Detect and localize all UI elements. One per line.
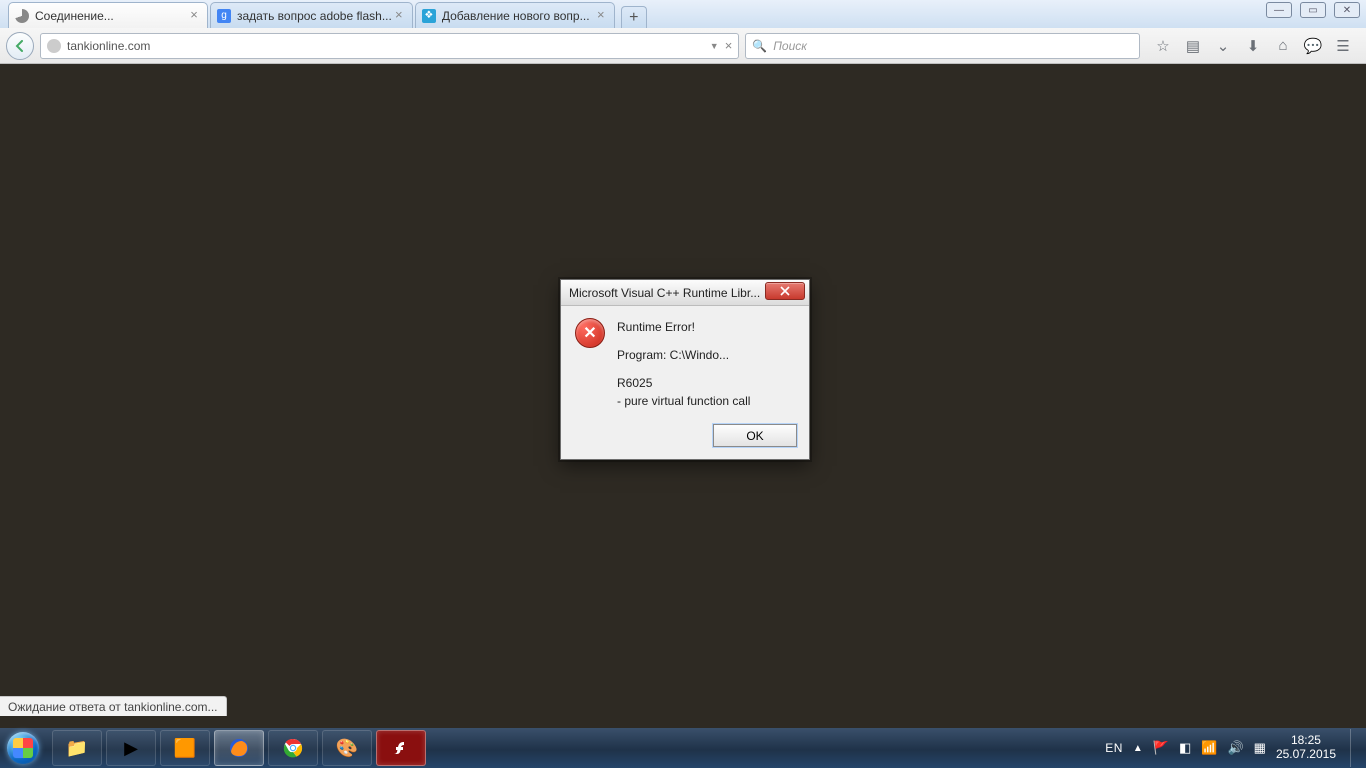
error-heading: Runtime Error! bbox=[617, 318, 750, 336]
site-icon: ❖ bbox=[422, 9, 436, 23]
chrome-logo-icon bbox=[283, 738, 303, 758]
tray-expand-icon[interactable]: ▲ bbox=[1133, 743, 1143, 754]
search-icon: 🔍 bbox=[752, 39, 767, 53]
nav-bar: tankionline.com ▼ × 🔍 Поиск ☆ ▤ ⌄ ⬇ ⌂ 💬 … bbox=[0, 28, 1366, 64]
tab-title: Добавление нового вопр... bbox=[442, 9, 594, 23]
pocket-icon[interactable]: ⌄ bbox=[1214, 37, 1232, 55]
close-icon bbox=[779, 286, 791, 296]
new-tab-button[interactable]: + bbox=[621, 6, 647, 28]
error-code: R6025 bbox=[617, 374, 750, 392]
minimize-button[interactable]: ― bbox=[1266, 2, 1292, 18]
google-icon: g bbox=[217, 9, 231, 23]
chrome-icon[interactable] bbox=[268, 730, 318, 766]
close-icon[interactable]: × bbox=[187, 9, 201, 23]
menu-icon[interactable]: ☰ bbox=[1334, 37, 1352, 55]
clock[interactable]: 18:25 25.07.2015 bbox=[1276, 734, 1336, 762]
address-bar[interactable]: tankionline.com ▼ × bbox=[40, 33, 739, 59]
home-icon[interactable]: ⌂ bbox=[1274, 37, 1292, 55]
tab-strip: Соединение... × g задать вопрос adobe fl… bbox=[0, 0, 1366, 28]
tab-2[interactable]: g задать вопрос adobe flash... × bbox=[210, 2, 413, 28]
windows-logo-icon bbox=[7, 732, 39, 764]
tab-title: задать вопрос adobe flash... bbox=[237, 9, 392, 23]
dialog-message: Runtime Error! Program: C:\Windo... R602… bbox=[617, 318, 750, 410]
status-bar: Ожидание ответа от tankionline.com... bbox=[0, 696, 227, 716]
chat-icon[interactable]: 💬 bbox=[1304, 37, 1322, 55]
network-icon[interactable]: 📶 bbox=[1201, 740, 1217, 756]
dialog-body: ✕ Runtime Error! Program: C:\Windo... R6… bbox=[561, 306, 809, 418]
back-button[interactable] bbox=[6, 32, 34, 60]
start-button[interactable] bbox=[0, 728, 46, 768]
volume-icon[interactable]: 🔊 bbox=[1227, 740, 1243, 756]
window-controls: ― ▭ ✕ bbox=[1266, 2, 1360, 18]
arrow-left-icon bbox=[14, 40, 26, 52]
dialog-titlebar[interactable]: Microsoft Visual C++ Runtime Libr... bbox=[561, 280, 809, 306]
windows-taskbar: 📁 ▶ 🟧 🎨 EN ▲ 🚩 ◧ 📶 🔊 ▦ 18:25 25.07.2015 bbox=[0, 728, 1366, 768]
media-player-icon[interactable]: ▶ bbox=[106, 730, 156, 766]
toolbar-icons: ☆ ▤ ⌄ ⬇ ⌂ 💬 ☰ bbox=[1146, 37, 1360, 55]
runtime-error-dialog: Microsoft Visual C++ Runtime Libr... ✕ R… bbox=[560, 279, 810, 460]
system-tray: EN ▲ 🚩 ◧ 📶 🔊 ▦ 18:25 25.07.2015 bbox=[1105, 729, 1366, 767]
ok-button[interactable]: OK bbox=[713, 424, 797, 447]
paint-icon[interactable]: 🎨 bbox=[322, 730, 372, 766]
flash-icon[interactable] bbox=[376, 730, 426, 766]
tab-1[interactable]: Соединение... × bbox=[8, 2, 208, 28]
downloads-icon[interactable]: ⬇ bbox=[1244, 37, 1262, 55]
time-text: 18:25 bbox=[1276, 734, 1336, 748]
search-box[interactable]: 🔍 Поиск bbox=[745, 33, 1140, 59]
tab-3[interactable]: ❖ Добавление нового вопр... × bbox=[415, 2, 615, 28]
tray-misc-icon[interactable]: ▦ bbox=[1254, 740, 1266, 756]
dropdown-icon[interactable]: ▼ bbox=[710, 41, 719, 51]
tray-app-icon[interactable]: ◧ bbox=[1179, 740, 1191, 756]
stop-icon[interactable]: × bbox=[725, 38, 733, 53]
reading-list-icon[interactable]: ▤ bbox=[1184, 37, 1202, 55]
url-text: tankionline.com bbox=[67, 39, 706, 53]
search-placeholder: Поиск bbox=[773, 39, 807, 53]
error-program: Program: C:\Windo... bbox=[617, 346, 750, 364]
language-indicator[interactable]: EN bbox=[1105, 741, 1123, 755]
globe-icon bbox=[47, 39, 61, 53]
date-text: 25.07.2015 bbox=[1276, 748, 1336, 762]
close-window-button[interactable]: ✕ bbox=[1334, 2, 1360, 18]
close-icon[interactable]: × bbox=[392, 9, 406, 23]
explorer-icon[interactable]: 📁 bbox=[52, 730, 102, 766]
error-icon: ✕ bbox=[575, 318, 605, 348]
taskbar-apps: 📁 ▶ 🟧 🎨 bbox=[52, 730, 426, 766]
firefox-icon[interactable] bbox=[214, 730, 264, 766]
bookmark-star-icon[interactable]: ☆ bbox=[1154, 37, 1172, 55]
dialog-close-button[interactable] bbox=[765, 282, 805, 300]
flash-logo-icon bbox=[392, 739, 410, 757]
tab-title: Соединение... bbox=[35, 9, 187, 23]
status-text: Ожидание ответа от tankionline.com... bbox=[8, 700, 218, 714]
error-detail: - pure virtual function call bbox=[617, 392, 750, 410]
show-desktop-button[interactable] bbox=[1350, 729, 1360, 767]
dialog-button-row: OK bbox=[561, 418, 809, 459]
close-icon[interactable]: × bbox=[594, 9, 608, 23]
flag-icon[interactable]: 🚩 bbox=[1153, 740, 1169, 756]
loading-icon bbox=[15, 9, 29, 23]
maximize-button[interactable]: ▭ bbox=[1300, 2, 1326, 18]
app-icon[interactable]: 🟧 bbox=[160, 730, 210, 766]
firefox-logo-icon bbox=[228, 737, 250, 759]
